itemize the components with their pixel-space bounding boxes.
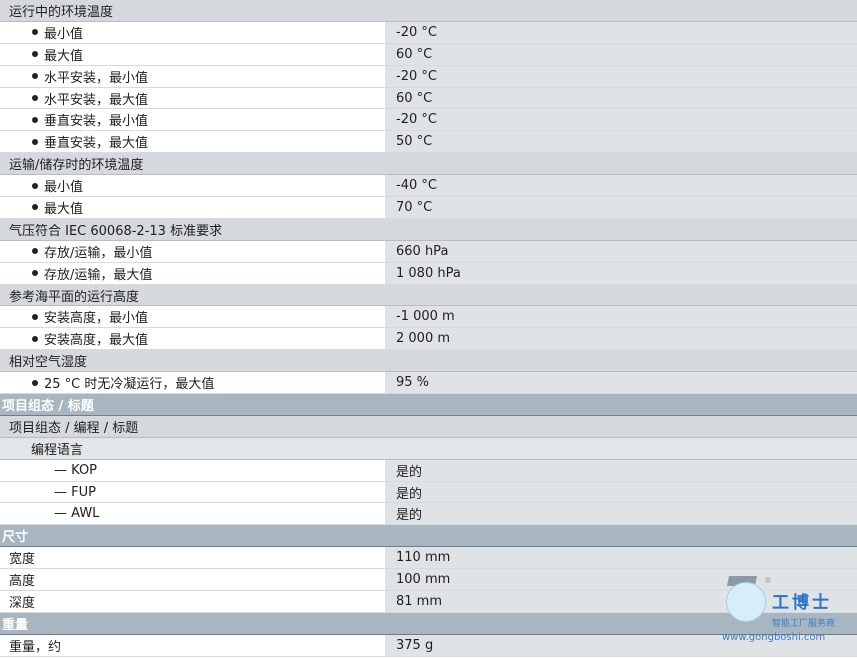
watermark-subtitle: 智能工厂服务商 [772, 619, 836, 629]
row-label: 最大值 [44, 201, 84, 217]
table-row: 安装高度，最小值 -1 000 m [0, 306, 857, 329]
bullet-icon [32, 138, 38, 145]
bullet-icon [32, 248, 38, 255]
bullet-icon [32, 29, 38, 36]
table-row: 存放/运输，最小值 660 hPa [0, 240, 857, 263]
table-row: 宽度 110 mm [0, 547, 857, 570]
row-value: 是的 [385, 503, 857, 525]
bullet-icon [32, 182, 38, 189]
row-label: 安装高度，最小值 [44, 311, 149, 327]
table-row: 垂直安装，最大值 50 °C [0, 131, 857, 154]
row-value: 70 °C [385, 197, 857, 218]
row-value: 2 000 m [385, 328, 857, 350]
robot-face-icon [726, 582, 766, 622]
table-row: 垂直安装，最小值 -20 °C [0, 109, 857, 132]
row-value: 660 hPa [385, 240, 857, 262]
row-label: 垂直安装，最大值 [44, 136, 149, 152]
row-value: 1 080 hPa [385, 262, 857, 284]
row-value: 95 % [385, 372, 857, 394]
row-value: 50 °C [385, 131, 857, 153]
subgroup-header-language: 编程语言 [0, 437, 857, 460]
row-value: 是的 [385, 459, 857, 481]
row-value: 是的 [385, 481, 857, 503]
group-header-project: 项目组态 / 编程 / 标题 [0, 415, 857, 438]
bullet-icon [32, 313, 38, 320]
row-value: 60 °C [385, 43, 857, 65]
table-row: 存放/运输，最大值 1 080 hPa [0, 262, 857, 285]
table-row: 水平安装，最小值 -20 °C [0, 65, 857, 88]
table-row: — KOP 是的 [0, 459, 857, 482]
row-label: 25 °C 时无冷凝运行，最大值 [44, 377, 215, 393]
row-value: -40 °C [385, 175, 857, 197]
section-header-project: 项目组态 / 标题 [0, 394, 857, 416]
bullet-icon [32, 95, 38, 101]
table-row: — AWL 是的 [0, 503, 857, 526]
table-row: 最大值 70 °C [0, 197, 857, 219]
row-label: 最大值 [44, 48, 84, 64]
row-label: 高度 [0, 569, 385, 591]
bullet-icon [32, 270, 38, 277]
group-header-humidity: 相对空气湿度 [0, 350, 857, 373]
group-header-altitude: 参考海平面的运行高度 [0, 284, 857, 307]
row-label: 水平安装，最小值 [44, 70, 149, 86]
row-value: -1 000 m [385, 306, 857, 328]
row-label: 水平安装，最大值 [44, 92, 149, 108]
bullet-icon [32, 379, 38, 386]
row-value: 60 °C [385, 87, 857, 109]
row-value: -20 °C [385, 109, 857, 131]
row-value: -20 °C [385, 21, 857, 43]
row-label: 存放/运输，最大值 [44, 267, 153, 283]
section-header-dimensions: 尺寸 [0, 525, 857, 548]
group-header-pressure: 气压符合 IEC 60068-2-13 标准要求 [0, 218, 857, 241]
row-label: 最小值 [44, 180, 84, 196]
bullet-icon [32, 116, 38, 123]
row-value: -20 °C [385, 65, 857, 87]
table-row: 25 °C 时无冷凝运行，最大值 95 % [0, 372, 857, 395]
row-label: 深度 [0, 591, 385, 612]
row-label: 安装高度，最大值 [44, 333, 149, 349]
watermark-title: 工博士 [772, 593, 832, 613]
bullet-icon [32, 51, 38, 58]
registered-mark: ® [764, 576, 772, 585]
bullet-icon [32, 335, 38, 342]
table-row: 最大值 60 °C [0, 43, 857, 66]
group-header-env-op: 运行中的环境温度 [0, 0, 857, 22]
row-label: 最小值 [44, 26, 84, 42]
row-label: 垂直安装，最小值 [44, 114, 149, 130]
row-label: 存放/运输，最小值 [44, 245, 153, 261]
spec-table: 运行中的环境温度 最小值 -20 °C 最大值 60 °C 水平安装，最小值 -20 … [0, 0, 857, 659]
row-value: 110 mm [385, 547, 857, 569]
row-label: — FUP [0, 481, 385, 503]
row-label: — KOP [0, 459, 385, 481]
row-label: 重量，约 [0, 634, 385, 656]
table-row: 安装高度，最大值 2 000 m [0, 328, 857, 351]
watermark-url: www.gongboshi.com [722, 632, 826, 643]
bullet-icon [32, 73, 38, 80]
watermark-logo: ® 工博士 智能工厂服务商 www.gongboshi.com [722, 576, 852, 646]
group-header-env-store: 运输/储存时的环境温度 [0, 153, 857, 176]
table-row: 最小值 -40 °C [0, 175, 857, 198]
table-row: — FUP 是的 [0, 481, 857, 504]
table-row: 最小值 -20 °C [0, 21, 857, 44]
bullet-icon [32, 204, 38, 211]
row-label: 宽度 [0, 547, 385, 569]
row-label: — AWL [0, 503, 385, 525]
table-row: 水平安装，最大值 60 °C [0, 87, 857, 110]
